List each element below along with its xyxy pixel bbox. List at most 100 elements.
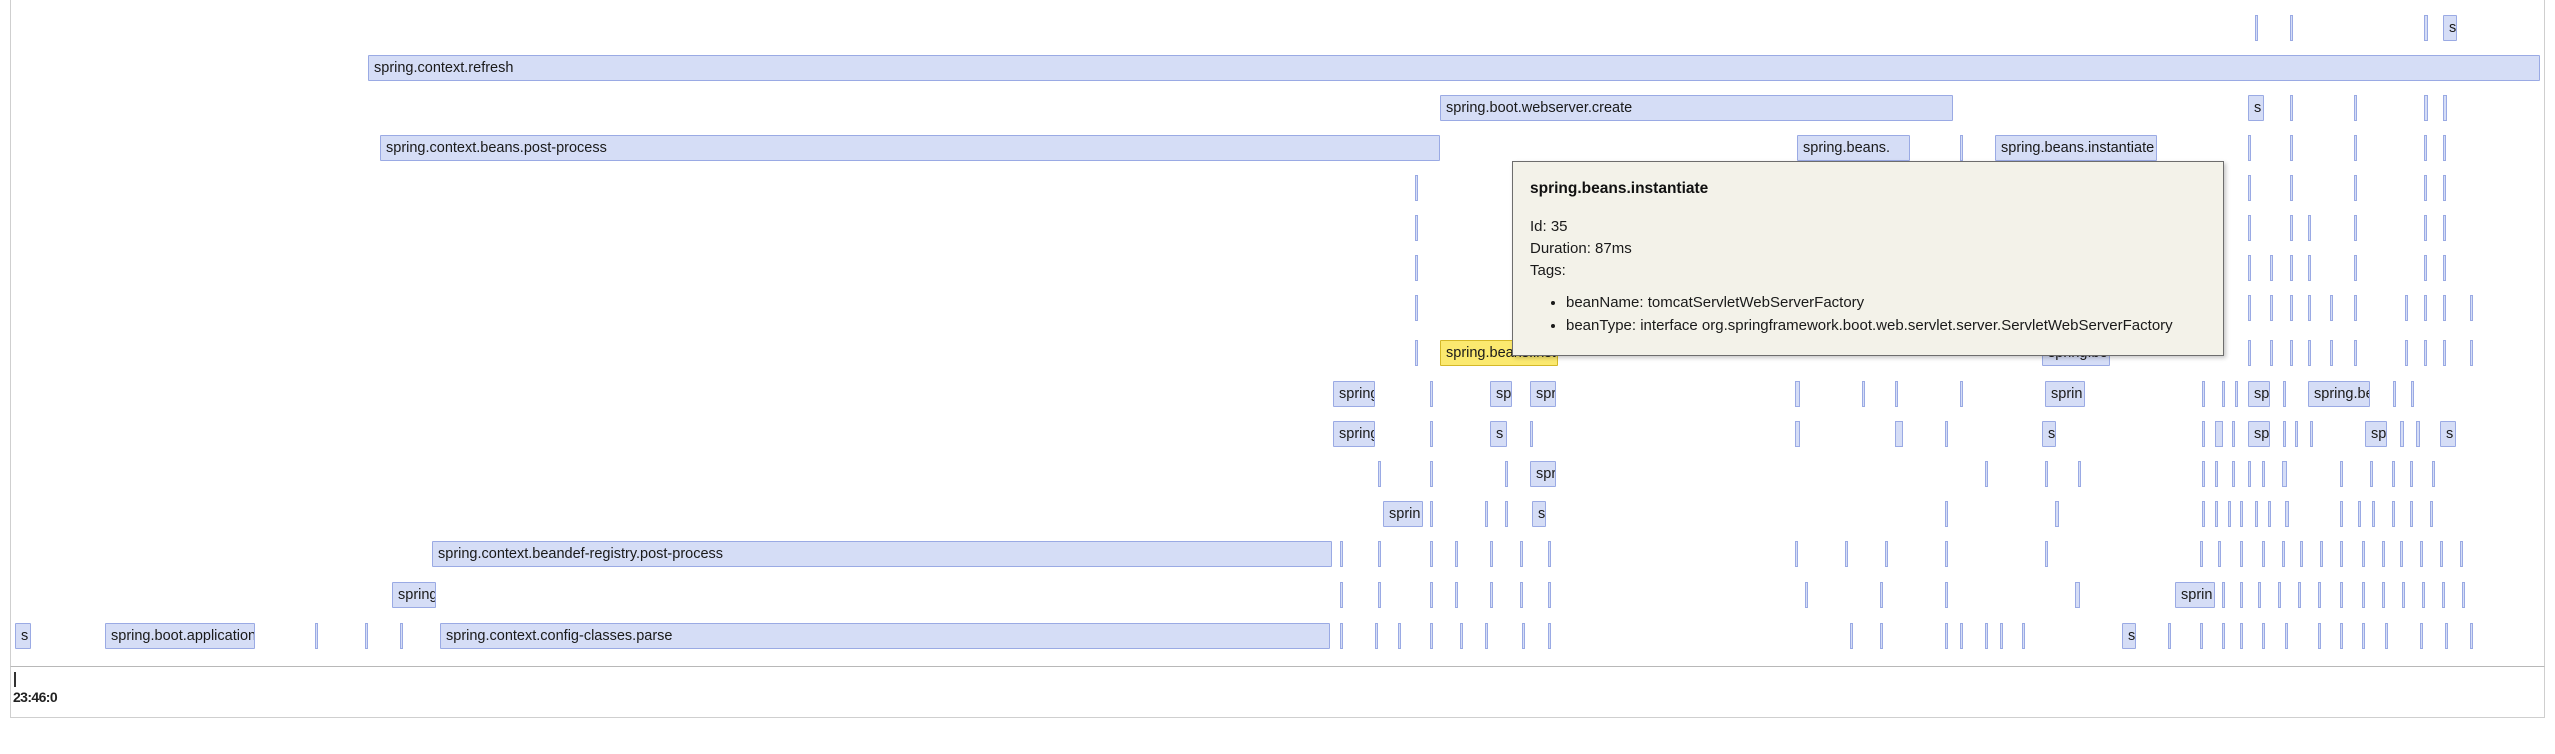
trace-span-tick[interactable] <box>2285 623 2288 649</box>
trace-span-tick[interactable] <box>2270 295 2273 321</box>
trace-span-tick[interactable] <box>2078 461 2081 487</box>
trace-span-tick[interactable] <box>2240 623 2243 649</box>
trace-span-tick[interactable] <box>2443 215 2446 241</box>
trace-span-bar[interactable]: sp <box>2248 421 2270 447</box>
trace-span-tick[interactable] <box>2248 295 2251 321</box>
trace-span-tick[interactable] <box>2218 541 2221 567</box>
trace-span-tick[interactable] <box>2248 461 2251 487</box>
trace-span-tick[interactable] <box>2354 175 2357 201</box>
trace-span-tick[interactable] <box>2268 501 2271 527</box>
trace-span-tick[interactable] <box>2290 255 2293 281</box>
trace-span-tick[interactable] <box>2240 541 2243 567</box>
trace-span-tick[interactable] <box>1548 541 1551 567</box>
trace-span-tick[interactable] <box>1430 501 1433 527</box>
trace-span-tick[interactable] <box>2168 623 2171 649</box>
trace-span-tick[interactable] <box>2258 582 2261 608</box>
trace-span-tick[interactable] <box>1430 381 1433 407</box>
trace-span-tick[interactable] <box>2290 340 2293 366</box>
trace-span-tick[interactable] <box>2443 95 2447 121</box>
trace-span-tick[interactable] <box>1522 623 1525 649</box>
trace-span-tick[interactable] <box>2410 501 2413 527</box>
trace-span-tick[interactable] <box>1945 421 1948 447</box>
trace-span-tick[interactable] <box>1415 295 1418 321</box>
trace-span-tick[interactable] <box>2430 501 2433 527</box>
trace-span-tick[interactable] <box>2382 541 2385 567</box>
trace-span-tick[interactable] <box>2362 582 2365 608</box>
trace-span-tick[interactable] <box>2354 340 2357 366</box>
trace-span-tick[interactable] <box>2354 295 2357 321</box>
trace-span-tick[interactable] <box>2202 461 2205 487</box>
trace-span-tick[interactable] <box>2340 582 2343 608</box>
trace-span-tick[interactable] <box>2432 461 2435 487</box>
trace-span-tick[interactable] <box>2232 461 2235 487</box>
trace-span-tick[interactable] <box>2443 175 2446 201</box>
trace-span-tick[interactable] <box>2282 461 2287 487</box>
trace-span-tick[interactable] <box>2202 421 2205 447</box>
trace-span-tick[interactable] <box>2340 623 2343 649</box>
trace-span-tick[interactable] <box>2215 461 2218 487</box>
trace-span-tick[interactable] <box>2442 582 2445 608</box>
trace-span-tick[interactable] <box>2362 623 2365 649</box>
trace-span-tick[interactable] <box>2202 501 2205 527</box>
trace-span-tick[interactable] <box>2372 501 2375 527</box>
trace-span-tick[interactable] <box>2370 461 2373 487</box>
trace-span-tick[interactable] <box>1795 381 1800 407</box>
trace-span-tick[interactable] <box>2282 541 2285 567</box>
trace-span-tick[interactable] <box>2298 582 2301 608</box>
trace-span-tick[interactable] <box>1455 541 1458 567</box>
trace-span-tick[interactable] <box>2308 295 2311 321</box>
trace-span-tick[interactable] <box>1795 421 1800 447</box>
trace-span-tick[interactable] <box>2424 95 2428 121</box>
trace-span-tick[interactable] <box>1485 623 1488 649</box>
trace-span-tick[interactable] <box>2362 541 2365 567</box>
trace-span-tick[interactable] <box>2424 15 2428 41</box>
trace-span-tick[interactable] <box>2295 421 2298 447</box>
trace-span-tick[interactable] <box>2354 255 2357 281</box>
trace-span-tick[interactable] <box>1398 623 1401 649</box>
trace-span-bar[interactable]: s <box>1532 501 1546 527</box>
trace-span-bar[interactable]: s <box>2440 421 2456 447</box>
trace-span-tick[interactable] <box>2290 15 2293 41</box>
trace-span-tick[interactable] <box>2416 421 2420 447</box>
trace-span-tick[interactable] <box>2262 541 2265 567</box>
trace-span-tick[interactable] <box>2248 215 2251 241</box>
trace-span-tick[interactable] <box>1430 421 1433 447</box>
trace-span-tick[interactable] <box>1895 381 1898 407</box>
trace-span-tick[interactable] <box>1880 582 1883 608</box>
trace-span-bar[interactable]: s <box>2042 421 2056 447</box>
trace-span-tick[interactable] <box>1455 582 1458 608</box>
trace-span-tick[interactable] <box>2462 582 2465 608</box>
trace-span-tick[interactable] <box>2405 340 2408 366</box>
trace-span-tick[interactable] <box>2283 421 2286 447</box>
trace-span-tick[interactable] <box>2290 95 2293 121</box>
trace-span-bar[interactable]: spr <box>1530 461 1556 487</box>
trace-span-bar[interactable]: s <box>2122 623 2136 649</box>
trace-span-tick[interactable] <box>2402 582 2405 608</box>
trace-span-tick[interactable] <box>2424 215 2427 241</box>
trace-span-tick[interactable] <box>2440 541 2443 567</box>
trace-span-tick[interactable] <box>2240 582 2243 608</box>
trace-span-tick[interactable] <box>1845 541 1848 567</box>
trace-span-tick[interactable] <box>2202 381 2205 407</box>
trace-span-tick[interactable] <box>2235 381 2238 407</box>
trace-span-bar[interactable]: sp <box>2248 381 2270 407</box>
trace-span-tick[interactable] <box>2222 381 2225 407</box>
trace-span-tick[interactable] <box>1378 541 1381 567</box>
trace-span-tick[interactable] <box>2255 15 2258 41</box>
trace-span-tick[interactable] <box>365 623 368 649</box>
trace-span-tick[interactable] <box>2290 295 2293 321</box>
trace-span-tick[interactable] <box>2215 421 2223 447</box>
trace-span-tick[interactable] <box>2443 340 2446 366</box>
trace-span-tick[interactable] <box>1945 541 1948 567</box>
trace-span-bar[interactable]: spring <box>1333 381 1375 407</box>
trace-span-tick[interactable] <box>1430 582 1433 608</box>
trace-span-tick[interactable] <box>2075 582 2080 608</box>
trace-span-tick[interactable] <box>2248 135 2251 161</box>
trace-span-tick[interactable] <box>2410 461 2413 487</box>
trace-span-bar[interactable]: spring.context.beandef-registry.post-pro… <box>432 541 1332 567</box>
trace-span-tick[interactable] <box>2445 623 2448 649</box>
trace-span-tick[interactable] <box>1490 541 1493 567</box>
trace-span-tick[interactable] <box>2270 340 2273 366</box>
trace-span-tick[interactable] <box>1485 501 1488 527</box>
trace-span-tick[interactable] <box>2443 255 2446 281</box>
